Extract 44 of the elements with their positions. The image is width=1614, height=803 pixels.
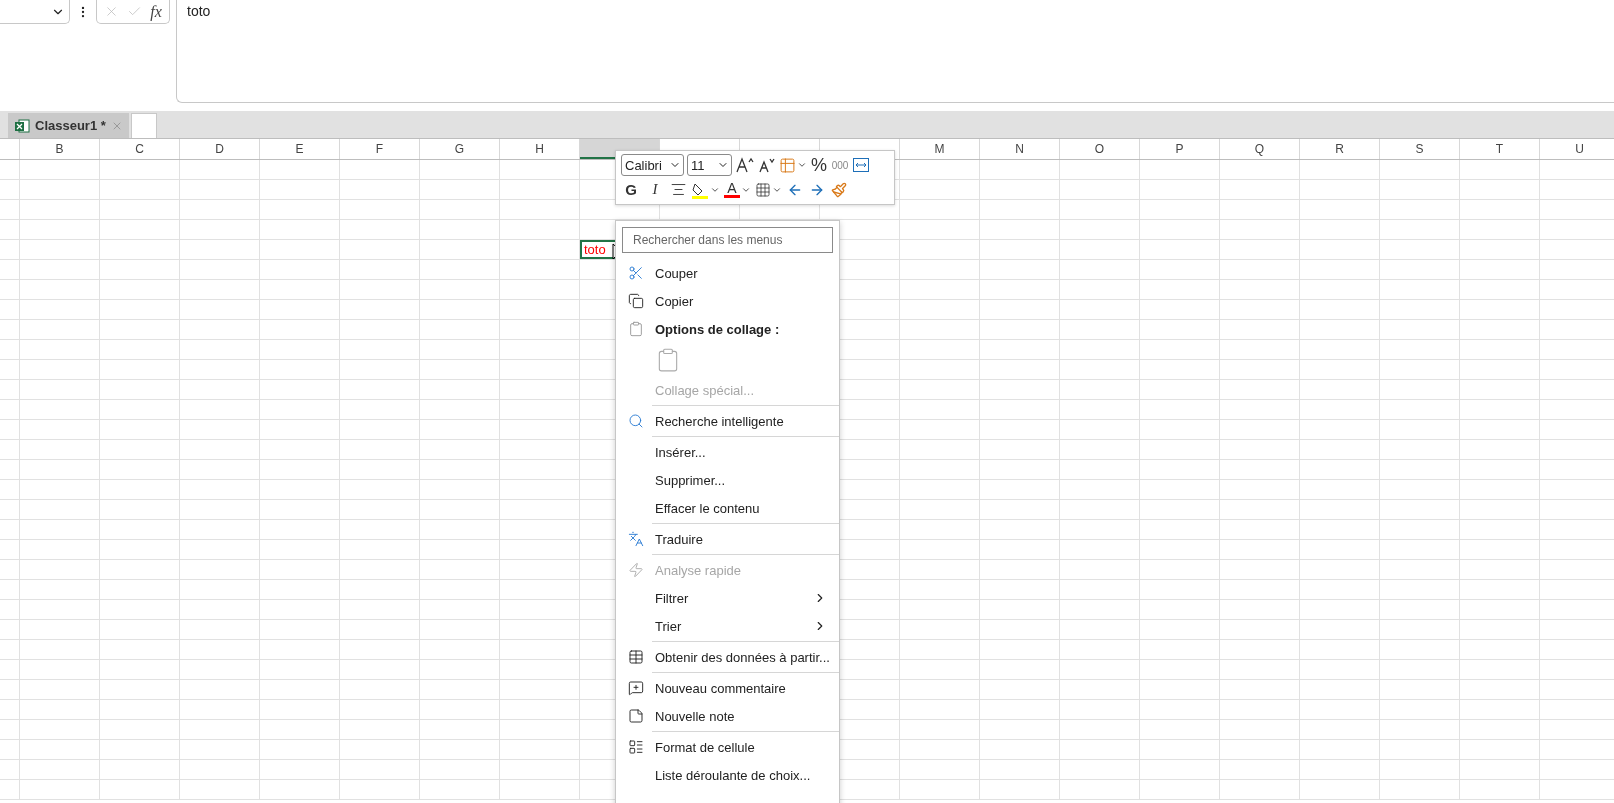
section-heading: Options de collage : [655,321,781,337]
sheet-tab[interactable]: Classeur1 * [8,113,129,138]
tab-label: Classeur1 * [35,118,106,133]
menu-item[interactable]: Copier [616,287,839,315]
clipboard-icon [627,321,644,337]
scissors-icon [627,265,644,281]
italic-button[interactable]: I [645,178,665,201]
search-icon [627,413,644,429]
search-field[interactable]: Rechercher dans les menus [622,227,833,253]
menu-item[interactable]: Obtenir des données à partir... [616,643,839,671]
menu-item[interactable]: Effacer le contenu [616,494,839,522]
menu-item[interactable]: Nouveau commentaire [616,674,839,702]
merge-icon [852,156,870,175]
thousands-button[interactable]: 000 [831,154,849,177]
menu-item[interactable]: Couper [616,259,839,287]
table-icon [627,649,644,665]
comment-plus-icon [627,680,644,696]
menu-item[interactable]: Liste déroulante de choix... [616,761,839,789]
size-select[interactable]: 11 [687,154,732,177]
font-color-button[interactable]: A [724,178,751,201]
paintbrush-icon [831,181,847,198]
translate-icon [627,531,644,547]
percent-button[interactable]: % [810,154,828,177]
font-select[interactable]: Calibri [621,154,684,177]
list-icon [627,739,644,755]
menu-item[interactable]: Filtrer [616,584,839,612]
menu-item[interactable]: Recherche intelligente [616,407,839,435]
menu-item[interactable]: Format de cellule [616,733,839,761]
grow-font-icon [735,156,755,175]
table-icon [779,156,796,174]
menu-item[interactable]: Supprimer... [616,466,839,494]
bold-button[interactable]: G [621,178,641,201]
formula-field[interactable]: toto [176,0,1614,103]
spreadsheet-icon [14,117,30,134]
copy-icon [627,293,644,309]
note-icon [627,708,644,724]
menu-item[interactable]: Insérer... [616,438,839,466]
menu-item[interactable]: Traduire [616,525,839,553]
shrink-font-icon [758,156,776,175]
function-button[interactable]: fx [150,2,162,21]
borders-icon [755,181,771,198]
lightning-icon [627,562,644,578]
menu-item[interactable]: Nouvelle note [616,702,839,730]
menu-item[interactable]: Trier [616,612,839,640]
